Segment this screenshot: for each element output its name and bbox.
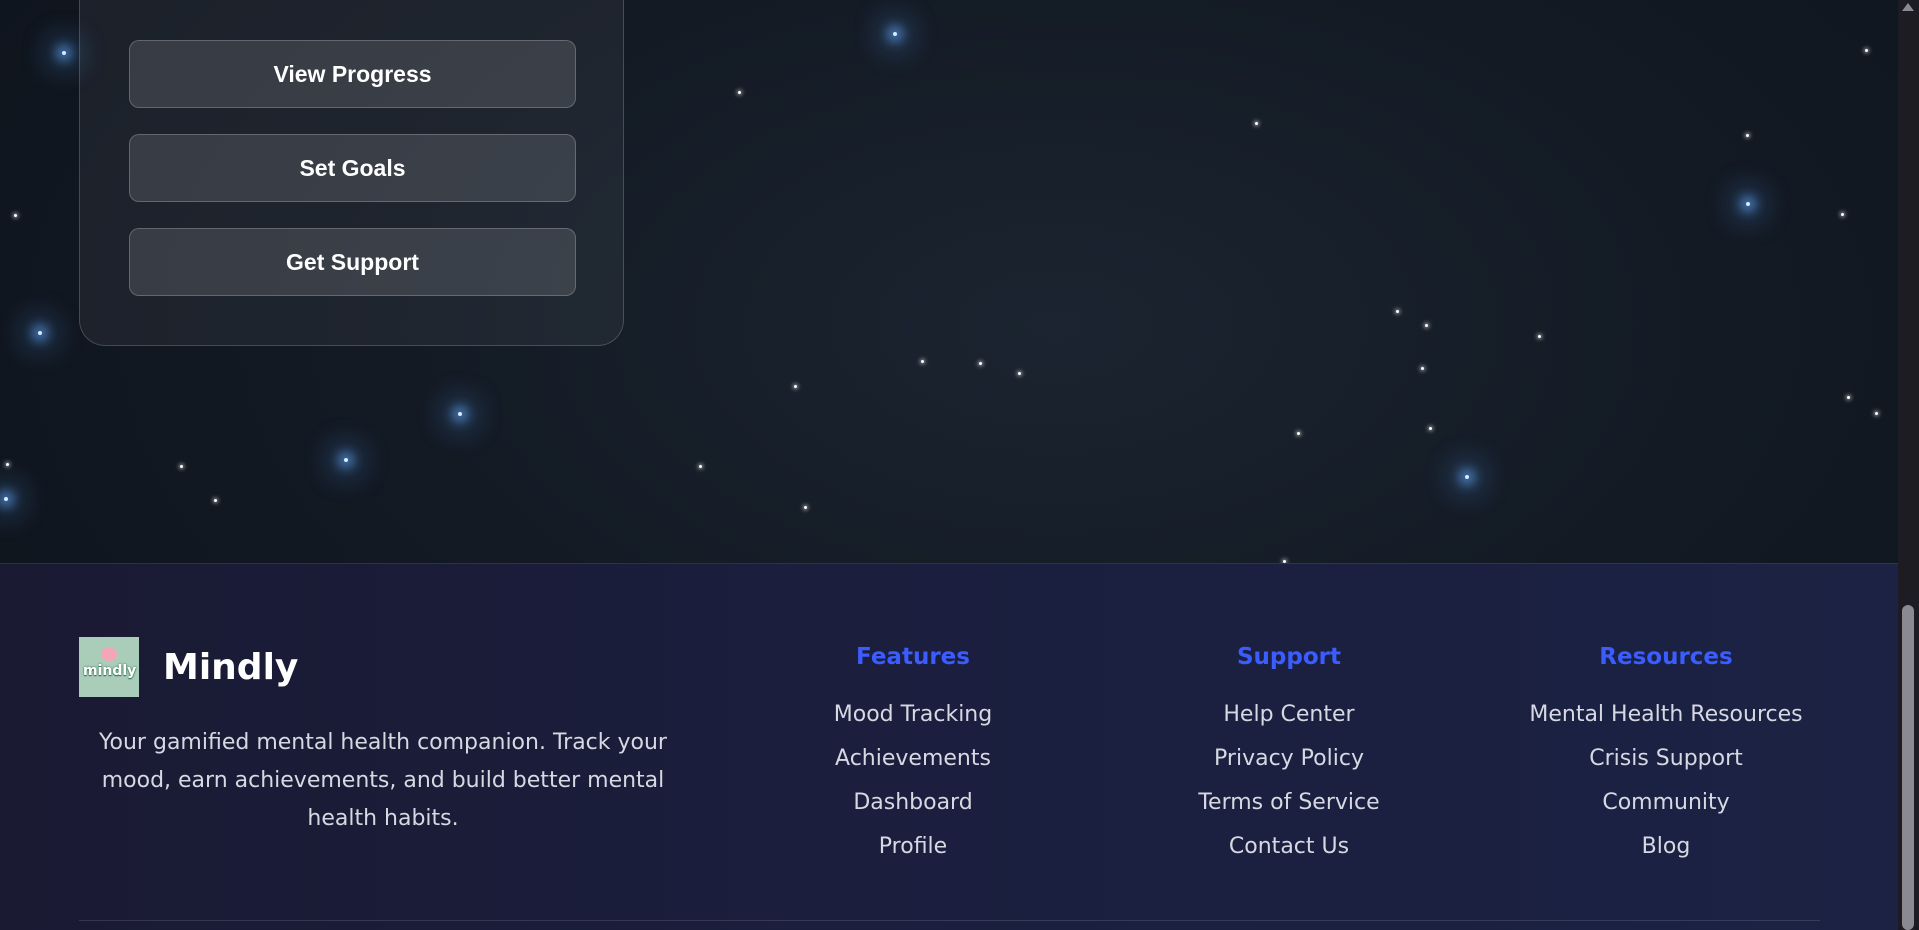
- footer-link-community[interactable]: Community: [1496, 781, 1836, 825]
- star: [1425, 324, 1428, 327]
- star: [1465, 475, 1469, 479]
- mindly-logo[interactable]: mindly: [79, 637, 139, 697]
- star: [738, 91, 741, 94]
- footer-brand: mindly Mindly: [79, 637, 298, 697]
- set-goals-button[interactable]: Set Goals: [129, 134, 576, 202]
- star: [458, 412, 462, 416]
- site-footer: mindly Mindly Your gamified mental healt…: [0, 563, 1898, 930]
- star: [1018, 372, 1021, 375]
- get-support-button[interactable]: Get Support: [129, 228, 576, 296]
- quick-actions-card: View Progress Set Goals Get Support: [79, 0, 624, 346]
- star: [1297, 432, 1300, 435]
- star: [699, 465, 702, 468]
- footer-column-support: Support Help Center Privacy Policy Terms…: [1119, 640, 1459, 869]
- star: [1847, 396, 1850, 399]
- footer-link-profile[interactable]: Profile: [743, 825, 1083, 869]
- star: [921, 360, 924, 363]
- star: [794, 385, 797, 388]
- star: [6, 463, 9, 466]
- star: [180, 465, 183, 468]
- footer-column-features: Features Mood Tracking Achievements Dash…: [743, 640, 1083, 869]
- star: [344, 458, 348, 462]
- footer-link-privacy-policy[interactable]: Privacy Policy: [1119, 737, 1459, 781]
- star: [1865, 49, 1868, 52]
- footer-link-dashboard[interactable]: Dashboard: [743, 781, 1083, 825]
- scroll-up-arrow-icon[interactable]: [1902, 3, 1914, 11]
- column-title: Support: [1236, 644, 1341, 670]
- scrollbar-thumb[interactable]: [1902, 605, 1914, 930]
- star: [979, 362, 982, 365]
- view-progress-button[interactable]: View Progress: [129, 40, 576, 108]
- star: [214, 499, 217, 502]
- logo-wordmark: mindly: [83, 663, 137, 679]
- column-title: Resources: [1599, 644, 1733, 670]
- footer-link-mental-health-resources[interactable]: Mental Health Resources: [1496, 693, 1836, 737]
- star: [38, 331, 42, 335]
- star: [1746, 202, 1750, 206]
- star: [804, 506, 807, 509]
- footer-link-blog[interactable]: Blog: [1496, 825, 1836, 869]
- footer-link-mood-tracking[interactable]: Mood Tracking: [743, 693, 1083, 737]
- brand-tagline: Your gamified mental health companion. T…: [99, 730, 667, 831]
- footer-link-achievements[interactable]: Achievements: [743, 737, 1083, 781]
- footer-link-crisis-support[interactable]: Crisis Support: [1496, 737, 1836, 781]
- star: [1875, 412, 1878, 415]
- vertical-scrollbar[interactable]: [1898, 0, 1919, 930]
- footer-link-contact-us[interactable]: Contact Us: [1119, 825, 1459, 869]
- footer-column-resources: Resources Mental Health Resources Crisis…: [1496, 640, 1836, 869]
- column-title: Features: [856, 644, 970, 670]
- star: [1421, 367, 1424, 370]
- star: [1841, 213, 1844, 216]
- brand-name: Mindly: [163, 646, 299, 688]
- star: [1746, 134, 1749, 137]
- footer-link-terms-of-service[interactable]: Terms of Service: [1119, 781, 1459, 825]
- star: [1255, 122, 1258, 125]
- footer-divider: [79, 920, 1820, 921]
- star: [62, 51, 66, 55]
- brain-mascot-icon: [101, 647, 117, 661]
- star: [4, 497, 8, 501]
- star: [14, 214, 17, 217]
- page: View Progress Set Goals Get Support mind…: [0, 0, 1898, 930]
- star: [1538, 335, 1541, 338]
- star: [1396, 310, 1399, 313]
- footer-link-help-center[interactable]: Help Center: [1119, 693, 1459, 737]
- star: [893, 32, 897, 36]
- star: [1429, 427, 1432, 430]
